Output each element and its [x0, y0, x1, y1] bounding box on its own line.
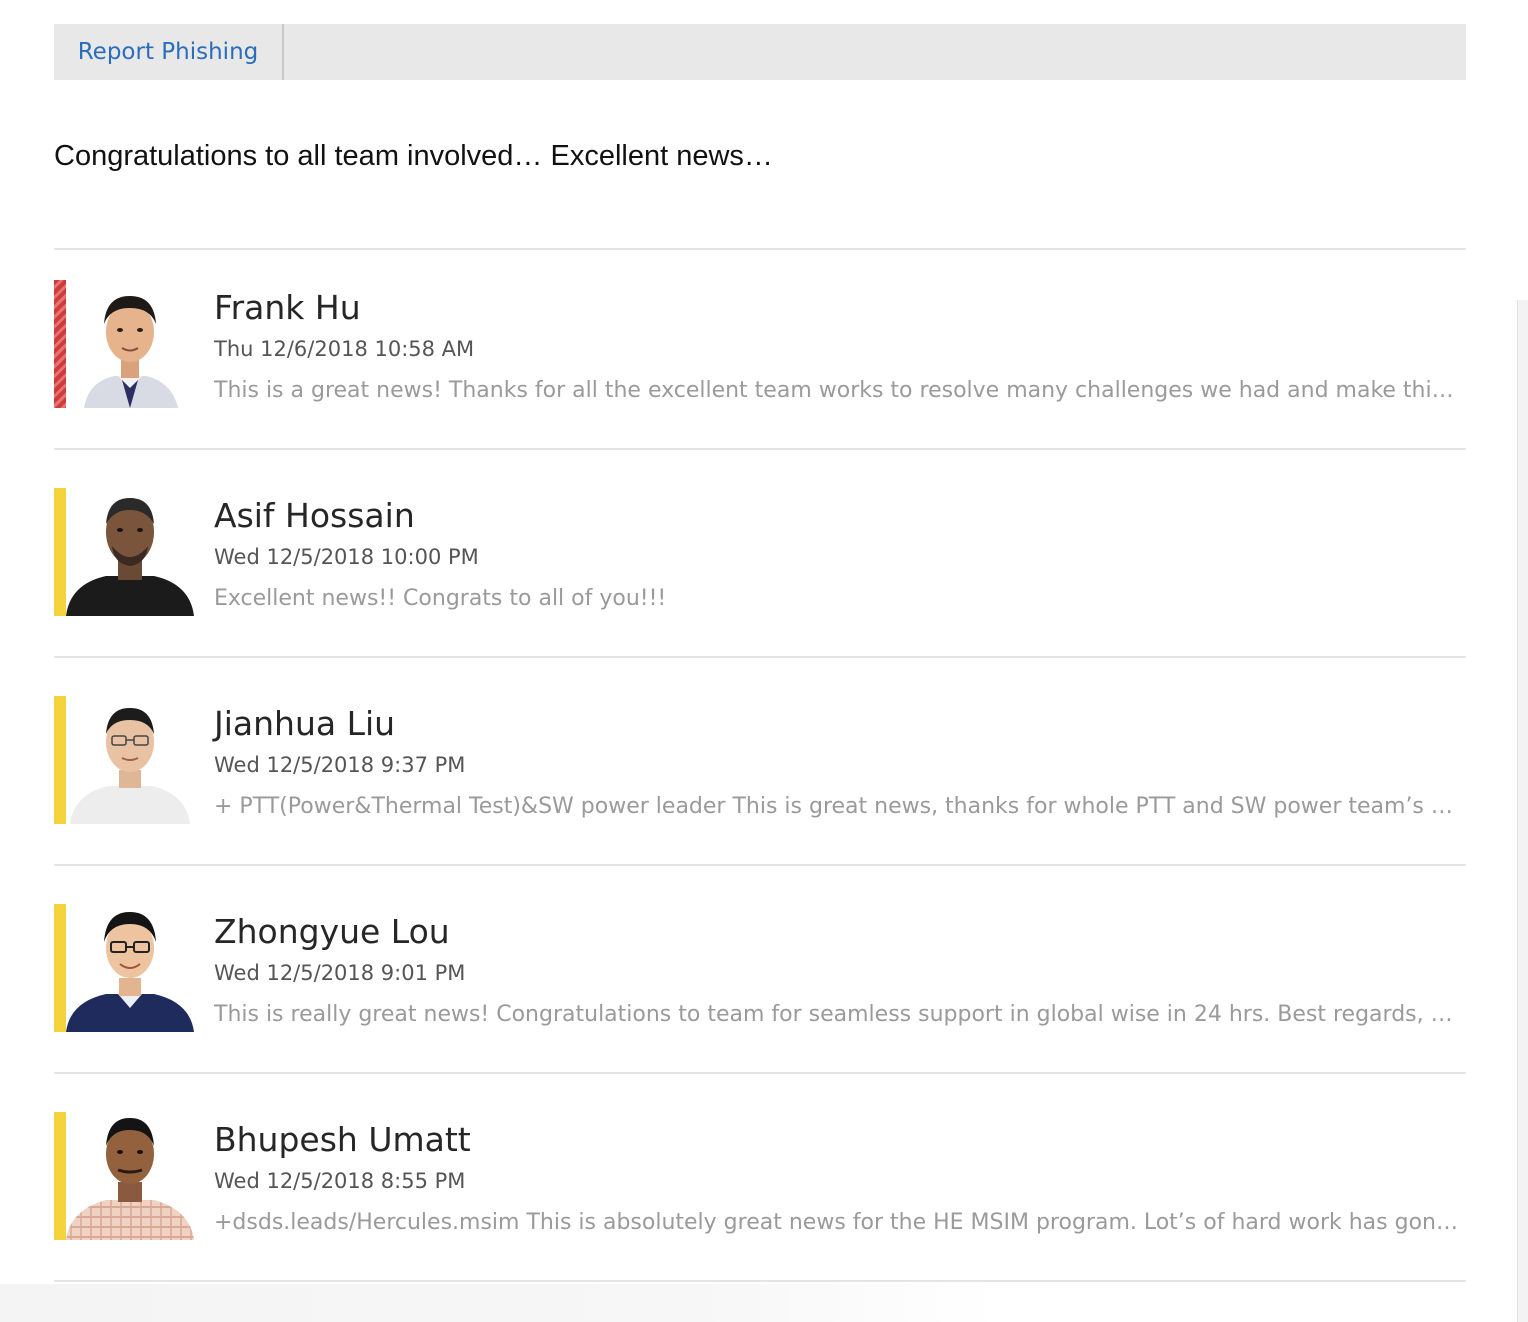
message-preview: +dsds.leads/Hercules.msim This is absolu…	[214, 1210, 1464, 1235]
message-body-text: Congratulations to all team involved… Ex…	[54, 140, 773, 172]
divider	[54, 864, 1466, 866]
reply-item-frank-hu[interactable]: Frank Hu Thu 12/6/2018 10:58 AM This is …	[54, 280, 1466, 408]
sent-date: Wed 12/5/2018 9:37 PM	[214, 753, 466, 777]
avatar	[66, 280, 194, 408]
bottom-fade	[0, 1284, 1000, 1322]
message-preview: This is a great news! Thanks for all the…	[214, 378, 1464, 403]
reply-item-bhupesh-umatt[interactable]: Bhupesh Umatt Wed 12/5/2018 8:55 PM +dsd…	[54, 1112, 1466, 1240]
sender-name: Zhongyue Lou	[214, 912, 450, 951]
divider	[54, 448, 1466, 450]
message-preview: This is really great news! Congratulatio…	[214, 1002, 1464, 1027]
sent-date: Wed 12/5/2018 10:00 PM	[214, 545, 479, 569]
category-color-bar	[54, 1112, 66, 1240]
category-color-bar	[54, 280, 66, 408]
category-color-bar	[54, 904, 66, 1032]
divider	[54, 656, 1466, 658]
sender-name: Frank Hu	[214, 288, 361, 327]
message-preview: Excellent news!! Congrats to all of you!…	[214, 586, 667, 611]
avatar	[66, 904, 194, 1032]
sent-date: Thu 12/6/2018 10:58 AM	[214, 337, 475, 361]
message-toolbar: Report Phishing	[54, 24, 1466, 80]
sender-name: Bhupesh Umatt	[214, 1120, 471, 1159]
avatar	[66, 696, 194, 824]
reply-item-zhongyue-lou[interactable]: Zhongyue Lou Wed 12/5/2018 9:01 PM This …	[54, 904, 1466, 1032]
divider	[54, 1072, 1466, 1074]
message-preview: + PTT(Power&Thermal Test)&SW power leade…	[214, 794, 1464, 819]
sender-name: Asif Hossain	[214, 496, 415, 535]
category-color-bar	[54, 696, 66, 824]
sent-date: Wed 12/5/2018 9:01 PM	[214, 961, 466, 985]
reply-item-asif-hossain[interactable]: Asif Hossain Wed 12/5/2018 10:00 PM Exce…	[54, 488, 1466, 616]
vertical-scrollbar[interactable]	[1517, 300, 1528, 1322]
divider	[54, 248, 1466, 250]
avatar	[66, 488, 194, 616]
report-phishing-button[interactable]: Report Phishing	[54, 24, 284, 80]
reply-item-jianhua-liu[interactable]: Jianhua Liu Wed 12/5/2018 9:37 PM + PTT(…	[54, 696, 1466, 824]
category-color-bar	[54, 488, 66, 616]
sender-name: Jianhua Liu	[214, 704, 396, 743]
avatar	[66, 1112, 194, 1240]
divider	[54, 1280, 1466, 1282]
sent-date: Wed 12/5/2018 8:55 PM	[214, 1169, 466, 1193]
